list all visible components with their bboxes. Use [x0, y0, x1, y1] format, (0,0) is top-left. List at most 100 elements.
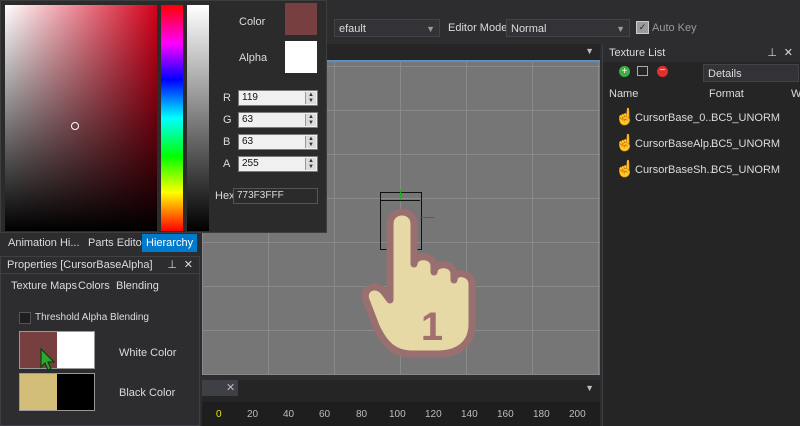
b-label: B: [223, 136, 231, 148]
texture-format: BC5_UNORM: [711, 112, 781, 124]
tab-hierarchy[interactable]: Hierarchy: [142, 234, 198, 252]
remove-icon[interactable]: −: [657, 66, 668, 77]
a-label: A: [223, 158, 231, 170]
alpha-preview-swatch: [285, 41, 317, 73]
g-value: 63: [242, 114, 254, 125]
white-color-right[interactable]: [57, 332, 94, 368]
spin-icon[interactable]: ▲ ▼: [305, 158, 316, 170]
list-item[interactable]: ☝ CursorBaseAlp... BC5_UNORM: [611, 132, 800, 156]
saturation-value-field[interactable]: [5, 5, 157, 231]
timeline-tab[interactable]: ✕: [202, 380, 238, 396]
editor-mode-value: Normal: [511, 23, 547, 35]
r-input[interactable]: 119 ▲ ▼: [238, 90, 318, 106]
panel-title: Texture List: [609, 47, 666, 59]
g-input[interactable]: 63 ▲ ▼: [238, 112, 318, 128]
column-extra[interactable]: W: [791, 88, 800, 100]
b-value: 63: [242, 136, 254, 147]
pin-icon[interactable]: ⊥: [767, 44, 777, 62]
ruler-tick: 100: [389, 409, 406, 420]
threshold-checkbox[interactable]: [19, 312, 31, 324]
chevron-down-icon[interactable]: ▼: [585, 383, 594, 393]
chevron-down-icon: ▼: [616, 24, 625, 34]
r-label: R: [223, 92, 231, 104]
hex-value: 773F3FFF: [237, 190, 284, 201]
image-icon[interactable]: [637, 66, 648, 76]
ruler-tick: 60: [319, 409, 331, 420]
spin-icon[interactable]: ▲ ▼: [305, 136, 316, 148]
a-value: 255: [242, 158, 259, 169]
ruler-tick: 140: [461, 409, 478, 420]
preset-dropdown-value: efault: [339, 23, 366, 35]
hand-thumbnail-icon: ☝: [615, 135, 635, 152]
tab-animation-hierarchy[interactable]: Animation Hi...: [4, 234, 84, 252]
hex-label: Hex: [215, 190, 235, 202]
list-item[interactable]: ☝ CursorBase_0... BC5_UNORM: [611, 106, 800, 130]
hand-thumbnail-icon: ☝: [615, 109, 635, 126]
editor-mode-label: Editor Mode:: [448, 22, 511, 34]
spin-icon[interactable]: ▲ ▼: [305, 114, 316, 126]
list-item[interactable]: ☝ CursorBaseSh... BC5_UNORM: [611, 158, 800, 182]
preset-dropdown[interactable]: efault ▼: [334, 19, 440, 37]
hand-cursor-icon: 1: [362, 208, 476, 358]
alpha-label: Alpha: [239, 52, 268, 64]
white-color-swatch[interactable]: [19, 331, 95, 369]
texture-list-columns: Name Format W: [603, 84, 800, 104]
hand-thumbnail-icon: ☝: [615, 161, 635, 178]
close-icon[interactable]: ✕: [226, 381, 235, 394]
ruler-tick: 20: [247, 409, 259, 420]
r-value: 119: [242, 92, 258, 103]
chevron-down-icon: ▼: [426, 24, 435, 34]
color-label: Color: [239, 16, 266, 28]
black-color-label: Black Color: [119, 387, 176, 399]
black-color-right[interactable]: [57, 374, 94, 410]
mouse-pointer-icon: [40, 347, 56, 371]
g-label: G: [223, 114, 232, 126]
subtab-colors[interactable]: Colors: [78, 280, 110, 292]
hex-input[interactable]: 773F3FFF: [233, 188, 318, 204]
auto-key-checkbox[interactable]: ✓: [636, 21, 649, 34]
threshold-label: Threshold Alpha Blending: [35, 312, 149, 323]
texture-name: CursorBase_0...: [635, 112, 715, 124]
view-mode-value: Details: [708, 68, 742, 80]
pivot-y-axis: [400, 190, 401, 200]
alpha-slider[interactable]: [187, 5, 209, 231]
black-color-swatch[interactable]: [19, 373, 95, 411]
current-color-swatch: [285, 3, 317, 35]
spin-icon[interactable]: ▲ ▼: [305, 92, 316, 104]
chevron-down-icon[interactable]: ▼: [585, 46, 594, 56]
ruler-tick: 40: [283, 409, 295, 420]
close-icon[interactable]: ✕: [184, 257, 193, 273]
properties-panel: Properties [CursorBaseAlpha] ⊥ ✕ Texture…: [0, 256, 200, 426]
editor-mode-dropdown[interactable]: Normal ▼: [506, 19, 630, 37]
hue-slider[interactable]: [161, 5, 183, 231]
a-input[interactable]: 255 ▲ ▼: [238, 156, 318, 172]
pin-icon[interactable]: ⊥: [167, 257, 177, 273]
add-icon[interactable]: +: [619, 66, 630, 77]
view-mode-dropdown[interactable]: Details: [703, 64, 799, 82]
b-input[interactable]: 63 ▲ ▼: [238, 134, 318, 150]
panel-title: Properties [CursorBaseAlpha]: [7, 259, 153, 271]
column-format[interactable]: Format: [709, 88, 744, 100]
texture-name: CursorBaseAlp...: [635, 138, 719, 150]
tab-parts-editor[interactable]: Parts Editor: [84, 234, 149, 252]
black-color-left[interactable]: [20, 374, 57, 410]
selection-bounds-line: [380, 200, 420, 201]
column-name[interactable]: Name: [609, 88, 638, 100]
texture-list-toolbar: + − Details: [603, 62, 800, 84]
subtab-blending[interactable]: Blending: [116, 280, 159, 292]
texture-name: CursorBaseSh...: [635, 164, 716, 176]
close-icon[interactable]: ✕: [784, 44, 793, 62]
properties-header: Properties [CursorBaseAlpha] ⊥ ✕: [1, 257, 199, 274]
color-picker-popup: Color Alpha R 119 ▲ ▼ G 63 ▲ ▼ B 63 ▲ ▼ A 2…: [0, 0, 327, 233]
cursor-number: 1: [421, 305, 443, 349]
ruler-tick: 200: [569, 409, 586, 420]
texture-format: BC5_UNORM: [711, 164, 781, 176]
ruler-tick: 120: [425, 409, 442, 420]
texture-list-panel: Texture List ⊥ ✕ + − Details Name Format…: [602, 44, 800, 426]
ruler-tick: 180: [533, 409, 550, 420]
subtab-texture-maps[interactable]: Texture Maps: [11, 280, 77, 292]
color-picker-handle[interactable]: [71, 122, 79, 130]
left-dock-tabs: Animation Hi... Parts Editor Hierarchy: [0, 234, 200, 252]
texture-list-header: Texture List ⊥ ✕: [603, 44, 800, 62]
texture-format: BC5_UNORM: [711, 138, 781, 150]
